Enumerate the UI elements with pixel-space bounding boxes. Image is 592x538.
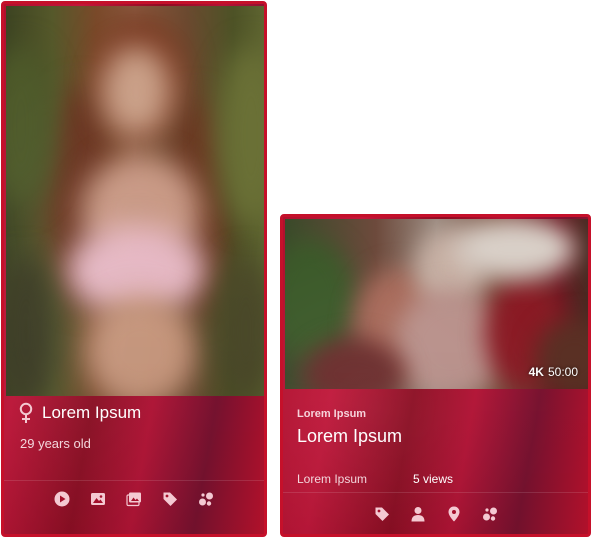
card-divider <box>4 480 264 481</box>
duration-badge: 4K 50:00 <box>529 365 578 379</box>
scene-views: 5 views <box>413 472 454 486</box>
gallery-dots-icon[interactable] <box>482 506 498 522</box>
scene-card[interactable]: 4K 50:00 Lorem Ipsum Lorem Ipsum Lorem Ip… <box>280 214 591 537</box>
scene-date: Lorem Ipsum <box>297 472 368 486</box>
scene-thumbnail[interactable]: 4K 50:00 <box>285 219 588 389</box>
scene-title[interactable]: Lorem Ipsum <box>297 426 402 447</box>
performer-age: 29 years old <box>20 436 91 451</box>
resolution-label: 4K <box>528 365 544 379</box>
tag-icon[interactable] <box>374 506 390 522</box>
person-icon[interactable] <box>410 506 426 522</box>
performer-name[interactable]: Lorem Ipsum <box>42 403 141 423</box>
location-pin-icon[interactable] <box>446 506 462 522</box>
tag-icon[interactable] <box>162 491 178 507</box>
play-circle-icon[interactable] <box>54 491 70 507</box>
performer-image[interactable] <box>6 6 264 396</box>
performer-card[interactable]: Lorem Ipsum 29 years old <box>1 1 267 537</box>
performer-icon-row <box>4 491 264 507</box>
image-icon[interactable] <box>90 491 106 507</box>
gallery-dots-icon[interactable] <box>198 491 214 507</box>
images-icon[interactable] <box>126 491 142 507</box>
studio-label[interactable]: Lorem Ipsum <box>297 408 366 420</box>
performer-name-row[interactable]: Lorem Ipsum <box>18 402 141 424</box>
female-icon <box>18 402 34 424</box>
duration-label: 50:00 <box>547 365 578 379</box>
card-divider <box>283 492 588 493</box>
scene-icon-row <box>283 506 588 522</box>
